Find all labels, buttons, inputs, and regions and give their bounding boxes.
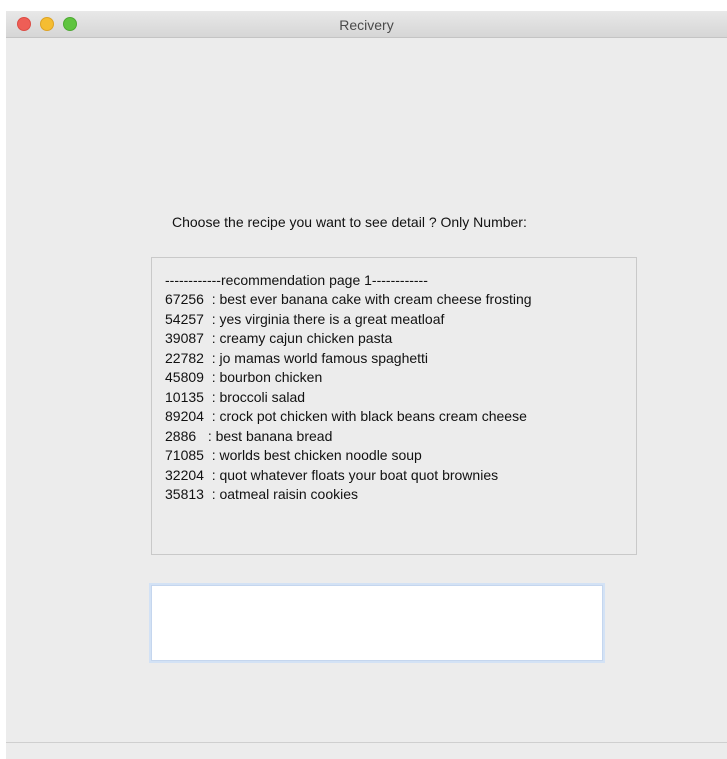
list-item[interactable]: 67256 : best ever banana cake with cream… — [165, 290, 532, 310]
title-bar[interactable]: Recivery — [6, 11, 727, 38]
recipe-number-input[interactable] — [151, 585, 603, 661]
recommendation-header: ------------recommendation page 1-------… — [165, 272, 428, 288]
list-item[interactable]: 35813 : oatmeal raisin cookies — [165, 485, 532, 505]
prompt-label: Choose the recipe you want to see detail… — [172, 214, 527, 230]
list-item[interactable]: 2886 : best banana bread — [165, 427, 532, 447]
recommendation-list: 67256 : best ever banana cake with cream… — [165, 290, 532, 505]
list-item[interactable]: 45809 : bourbon chicken — [165, 368, 532, 388]
list-item[interactable]: 10135 : broccoli salad — [165, 388, 532, 408]
list-item[interactable]: 54257 : yes virginia there is a great me… — [165, 310, 532, 330]
list-item[interactable]: 71085 : worlds best chicken noodle soup — [165, 446, 532, 466]
list-item[interactable]: 89204 : crock pot chicken with black bea… — [165, 407, 532, 427]
recommendation-listbox[interactable]: ------------recommendation page 1-------… — [151, 257, 637, 555]
window-title: Recivery — [339, 17, 394, 33]
bottom-divider — [6, 742, 727, 743]
app-window: Recivery Choose the recipe you want to s… — [6, 11, 727, 759]
list-item[interactable]: 22782 : jo mamas world famous spaghetti — [165, 349, 532, 369]
list-item[interactable]: 32204 : quot whatever floats your boat q… — [165, 466, 532, 486]
list-item[interactable]: 39087 : creamy cajun chicken pasta — [165, 329, 532, 349]
